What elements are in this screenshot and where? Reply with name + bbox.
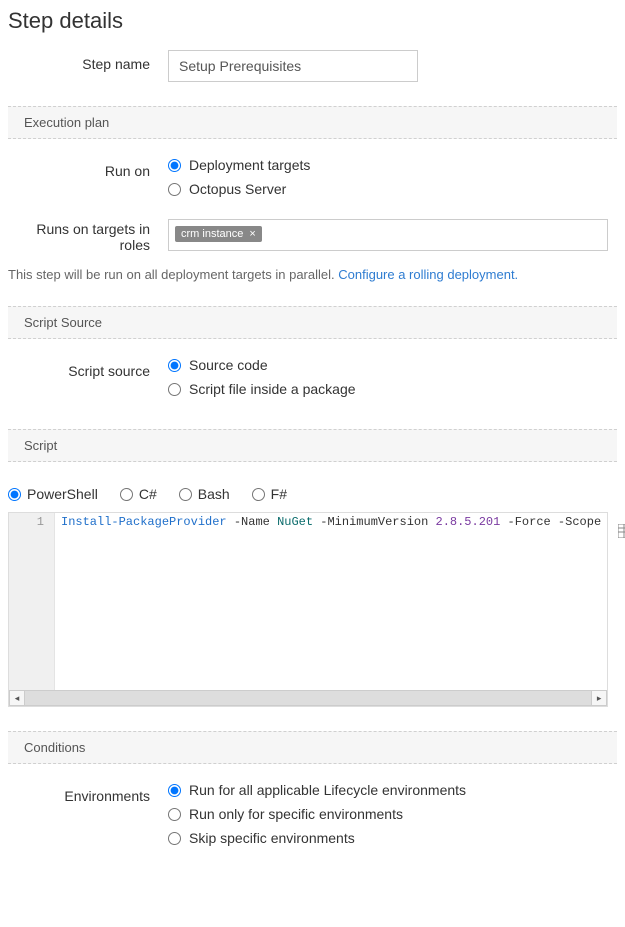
run-on-label: Run on [8, 157, 168, 179]
lang-bash-label: Bash [198, 486, 230, 502]
code-tok-dash-name: -Name [227, 515, 277, 529]
environments-label: Environments [8, 782, 168, 804]
runs-on-targets-label: Runs on targets in roles [8, 219, 168, 253]
step-name-label: Step name [8, 50, 168, 72]
code-horizontal-scrollbar[interactable]: ◂ ▸ [9, 690, 607, 706]
env-all-radio[interactable] [168, 784, 181, 797]
lang-fsharp-option[interactable]: F# [252, 486, 287, 502]
env-skip-label: Skip specific environments [189, 830, 355, 846]
code-tok-dash-scope: -Scope [551, 515, 601, 529]
code-gutter: 1 [9, 513, 55, 690]
code-editor[interactable]: 1 Install-PackageProvider -Name NuGet -M… [8, 512, 608, 707]
lang-csharp-radio[interactable] [120, 488, 133, 501]
configure-rolling-deployment-link[interactable]: Configure a rolling deployment. [338, 267, 518, 282]
lang-powershell-option[interactable]: PowerShell [8, 486, 98, 502]
script-source-code-radio[interactable] [168, 359, 181, 372]
code-tok-dash-min: -MinimumVersion [313, 515, 435, 529]
scroll-track[interactable] [25, 690, 591, 706]
script-section: Script PowerShell C# Bash F# [8, 429, 617, 707]
env-skip-radio[interactable] [168, 832, 181, 845]
conditions-section: Conditions Environments Run for all appl… [8, 731, 617, 854]
execution-plan-help-text: This step will be run on all deployment … [8, 267, 338, 282]
scroll-right-arrow-icon[interactable]: ▸ [591, 690, 607, 706]
lang-fsharp-radio[interactable] [252, 488, 265, 501]
code-content[interactable]: Install-PackageProvider -Name NuGet -Min… [55, 513, 607, 690]
env-only-label: Run only for specific environments [189, 806, 403, 822]
lang-powershell-label: PowerShell [27, 486, 98, 502]
execution-plan-help: This step will be run on all deployment … [8, 267, 617, 282]
script-source-file-label: Script file inside a package [189, 381, 356, 397]
code-tok-dash-force: -Force [500, 515, 550, 529]
page-title: Step details [8, 8, 617, 34]
lang-csharp-option[interactable]: C# [120, 486, 157, 502]
env-all-label: Run for all applicable Lifecycle environ… [189, 782, 466, 798]
lang-fsharp-label: F# [271, 486, 287, 502]
conditions-header: Conditions [8, 731, 617, 764]
lang-powershell-radio[interactable] [8, 488, 21, 501]
roles-tag-input[interactable]: crm instance × [168, 219, 608, 251]
code-tok-name-val: NuGet [277, 515, 313, 529]
run-on-deployment-targets-radio[interactable] [168, 159, 181, 172]
script-source-file-radio[interactable] [168, 383, 181, 396]
script-language-selector: PowerShell C# Bash F# [8, 486, 617, 502]
script-header: Script [8, 429, 617, 462]
role-tag-text: crm instance [181, 228, 243, 240]
script-source-label: Script source [8, 357, 168, 379]
code-line-number: 1 [9, 515, 44, 529]
role-tag[interactable]: crm instance × [175, 226, 262, 242]
run-on-octopus-server-radio[interactable] [168, 183, 181, 196]
step-name-row: Step name [8, 50, 617, 82]
code-tok-version: 2.8.5.201 [436, 515, 501, 529]
lang-bash-option[interactable]: Bash [179, 486, 230, 502]
lang-csharp-label: C# [139, 486, 157, 502]
script-source-header: Script Source [8, 306, 617, 339]
run-on-deployment-targets-label: Deployment targets [189, 157, 310, 173]
execution-plan-section: Execution plan Run on Deployment targets… [8, 106, 617, 282]
step-name-input[interactable] [168, 50, 418, 82]
editor-options-icon[interactable] [618, 524, 625, 538]
script-source-code-label: Source code [189, 357, 268, 373]
role-tag-remove-icon[interactable]: × [249, 228, 255, 240]
lang-bash-radio[interactable] [179, 488, 192, 501]
scroll-left-arrow-icon[interactable]: ◂ [9, 690, 25, 706]
env-only-radio[interactable] [168, 808, 181, 821]
execution-plan-header: Execution plan [8, 106, 617, 139]
code-tok-cmd: Install-PackageProvider [61, 515, 227, 529]
run-on-octopus-server-label: Octopus Server [189, 181, 286, 197]
script-source-section: Script Source Script source Source code … [8, 306, 617, 405]
